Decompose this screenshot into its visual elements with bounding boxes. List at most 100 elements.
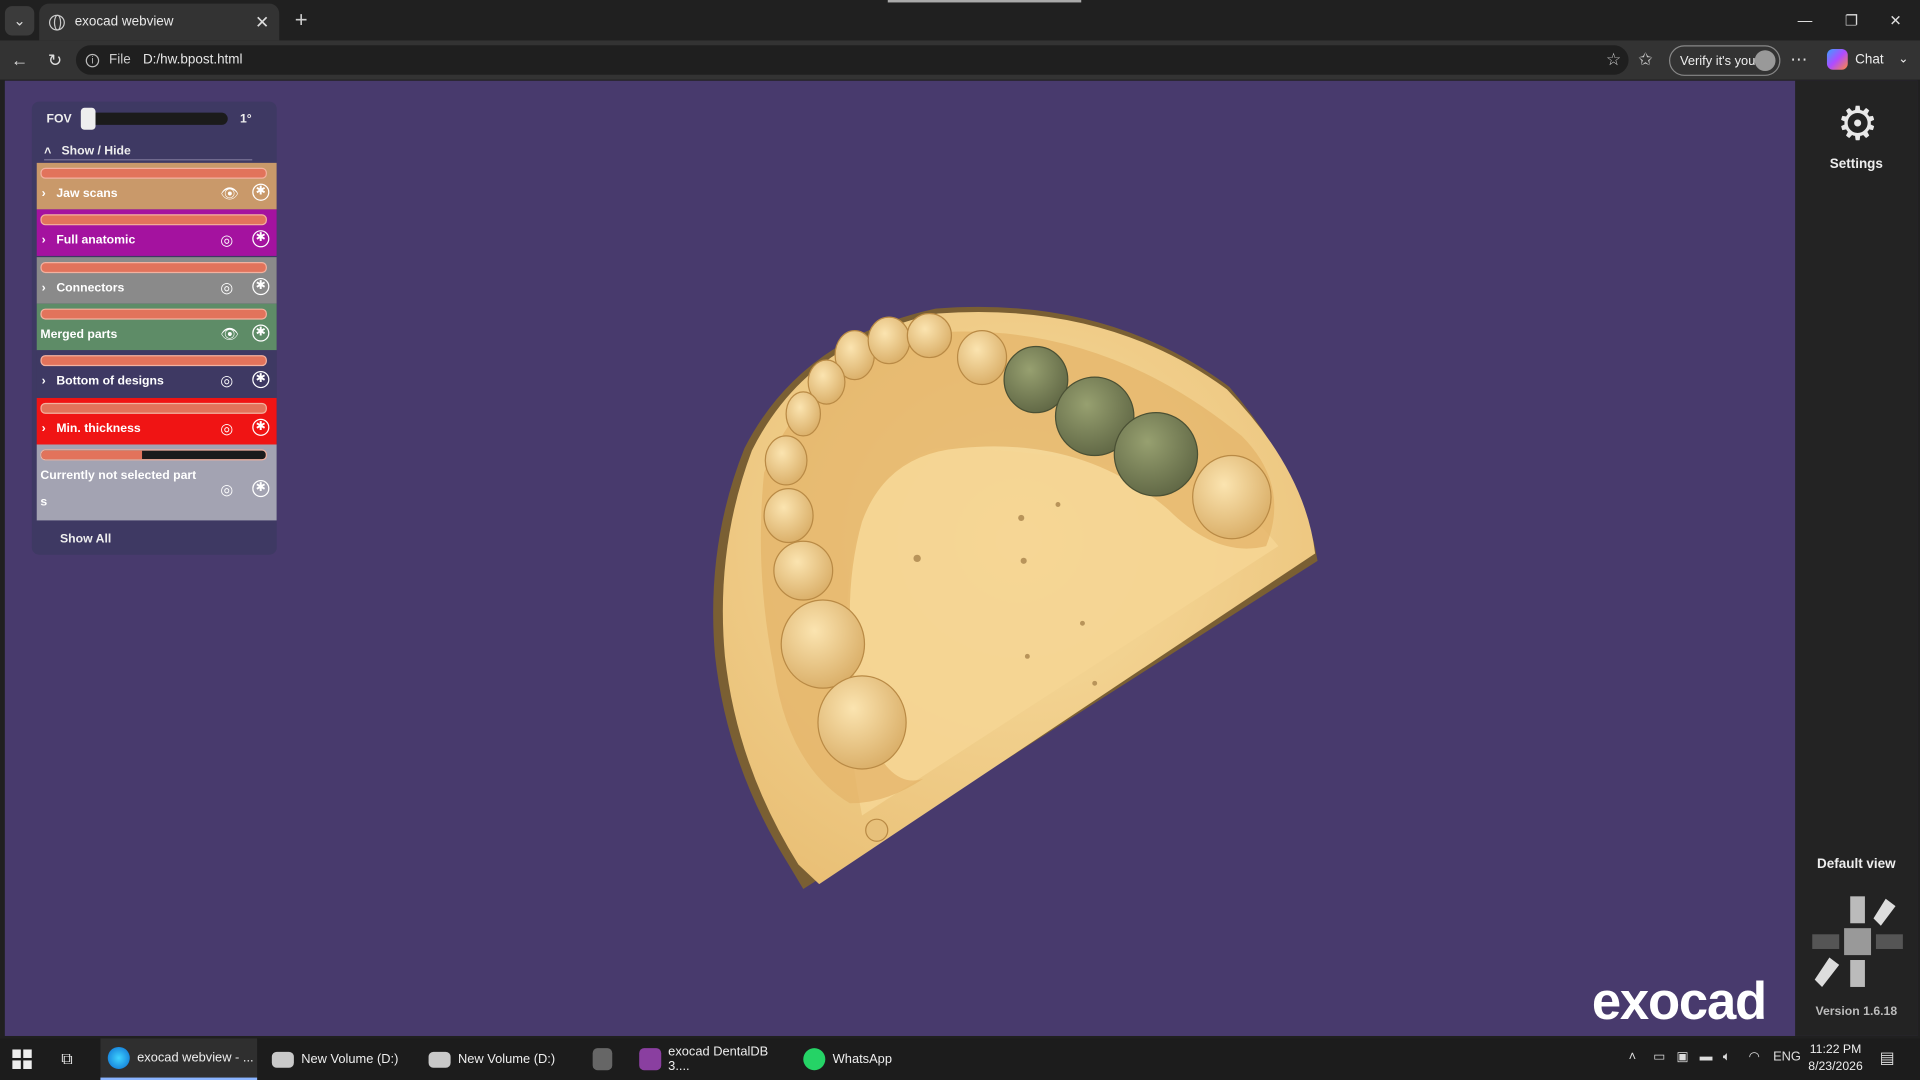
freeze-icon[interactable]: ✱: [252, 230, 270, 248]
freeze-icon[interactable]: ✱: [252, 183, 270, 201]
copilot-chat-button[interactable]: Chat ⌄: [1826, 48, 1909, 70]
favorite-star-icon[interactable]: ☆: [1606, 49, 1621, 70]
opacity-slider[interactable]: [40, 167, 267, 179]
chevron-right-icon[interactable]: ›: [42, 187, 46, 200]
eye-icon[interactable]: 👁︎: [220, 185, 239, 202]
opacity-slider[interactable]: [40, 308, 267, 320]
chevron-right-icon[interactable]: ›: [42, 234, 46, 247]
fov-value: 1°: [240, 112, 252, 127]
volume-icon[interactable]: 🔈︎: [1723, 1049, 1731, 1065]
taskbar-item-explorer-1[interactable]: New Volume (D:): [267, 1038, 416, 1080]
edge-icon: [107, 1046, 130, 1069]
battery-icon[interactable]: ▬: [1700, 1049, 1713, 1064]
exocad-app-icon: [639, 1048, 661, 1071]
show-hidden-icons[interactable]: ˄: [1629, 1049, 1637, 1064]
opacity-slider[interactable]: [40, 355, 267, 367]
layer-row[interactable]: Merged parts 👁︎ ✱: [36, 303, 277, 351]
layer-row[interactable]: › Jaw scans 👁︎ ✱: [36, 162, 277, 210]
start-button[interactable]: [12, 1038, 36, 1080]
minimize-button[interactable]: —: [1783, 0, 1827, 40]
chevron-right-icon[interactable]: ›: [42, 422, 46, 435]
browser-tab[interactable]: exocad webview ✕: [39, 3, 280, 41]
freeze-icon[interactable]: ✱: [252, 277, 270, 295]
reload-button[interactable]: ↻: [43, 48, 67, 72]
clock[interactable]: 11:22 PM 8/23/2026: [1800, 1042, 1871, 1076]
layer-row[interactable]: › Connectors ◎ ✱: [36, 256, 277, 304]
wifi-icon[interactable]: ◠: [1749, 1049, 1760, 1064]
window-drag-indicator: [887, 0, 1082, 3]
version-label: Version 1.6.18: [1815, 1005, 1898, 1019]
browser-titlebar: ⌄ exocad webview ✕ + — ❐ ✕: [0, 0, 1920, 41]
chevron-right-icon[interactable]: ›: [42, 375, 46, 388]
taskbar-item-whatsapp[interactable]: WhatsApp: [798, 1038, 945, 1080]
chevron-down-icon[interactable]: ⌄: [1898, 53, 1908, 66]
taskbar-item-clapper[interactable]: [592, 1038, 620, 1080]
fov-slider[interactable]: [83, 112, 228, 125]
copilot-icon: [1826, 48, 1848, 70]
taskbar-label: exocad webview - ...: [137, 1050, 254, 1066]
layer-row[interactable]: › Min. thickness ◎ ✱: [36, 397, 277, 444]
show-hide-label: Show / Hide: [61, 144, 131, 158]
address-text[interactable]: D:/hw.bpost.html: [143, 53, 243, 68]
more-menu-icon[interactable]: ⋯: [1790, 49, 1807, 70]
layer-row[interactable]: › Bottom of designs ◎ ✱: [36, 350, 277, 397]
opacity-slider-fill: [41, 450, 143, 459]
layer-label: Merged parts: [40, 328, 118, 342]
info-icon[interactable]: i: [85, 53, 100, 67]
taskbar-item-edge[interactable]: exocad webview - ...: [100, 1038, 258, 1080]
globe-icon: [48, 14, 65, 31]
avatar: [1754, 50, 1776, 72]
eye-off-icon[interactable]: ◎: [220, 481, 233, 498]
notifications-icon[interactable]: ▤: [1880, 1048, 1895, 1068]
security-icon[interactable]: ▣: [1676, 1049, 1688, 1064]
opacity-slider[interactable]: [40, 261, 267, 273]
back-button[interactable]: ←: [7, 48, 31, 72]
show-hide-toggle[interactable]: ˄ Show / Hide: [44, 144, 253, 161]
opacity-slider[interactable]: [40, 214, 267, 226]
eye-off-icon[interactable]: ◎: [220, 232, 233, 249]
default-view-label[interactable]: Default view: [1795, 857, 1917, 872]
freeze-icon[interactable]: ✱: [252, 324, 270, 342]
layer-row[interactable]: › Full anatomic ◎ ✱: [36, 209, 277, 257]
meet-icon[interactable]: ▭: [1653, 1049, 1665, 1064]
eye-off-icon[interactable]: ◎: [220, 419, 233, 436]
new-tab-button[interactable]: +: [289, 7, 313, 31]
view-cube-icon[interactable]: [1805, 889, 1910, 994]
opacity-slider[interactable]: [40, 402, 267, 414]
windows-taskbar: ⧉ exocad webview - ... New Volume (D:) N…: [0, 1038, 1920, 1080]
layer-label: Full anatomic: [56, 234, 136, 248]
whatsapp-icon: [803, 1048, 826, 1071]
eye-off-icon[interactable]: ◎: [220, 372, 233, 389]
verify-profile-button[interactable]: Verify it's you: [1668, 45, 1781, 76]
taskbar-label: WhatsApp: [832, 1051, 892, 1067]
fov-slider-thumb[interactable]: [80, 107, 96, 130]
fov-label: FOV: [46, 112, 72, 127]
opacity-slider[interactable]: [40, 449, 267, 461]
visibility-panel: FOV 1° ˄ Show / Hide › Jaw scans 👁︎ ✱ › Full …: [31, 101, 277, 555]
eye-off-icon[interactable]: ◎: [220, 279, 233, 296]
close-window-button[interactable]: ✕: [1873, 0, 1917, 40]
freeze-icon[interactable]: ✱: [252, 371, 270, 389]
gear-icon[interactable]: ⚙: [1837, 102, 1879, 149]
language-indicator[interactable]: ENG: [1773, 1049, 1801, 1064]
taskbar-item-explorer-2[interactable]: New Volume (D:): [424, 1038, 573, 1080]
freeze-icon[interactable]: ✱: [252, 479, 270, 497]
close-tab-icon[interactable]: ✕: [255, 12, 269, 33]
taskbar-label: New Volume (D:): [301, 1051, 399, 1067]
settings-label[interactable]: Settings: [1795, 157, 1917, 172]
show-all-button[interactable]: Show All: [60, 533, 111, 546]
webview-page: exocad FOV 1° ˄ Show / Hide › Jaw scans 👁︎…: [4, 80, 1918, 1036]
layer-label: Currently not selected part: [40, 468, 197, 483]
eye-icon[interactable]: 👁︎: [220, 326, 239, 343]
address-bar[interactable]: i File D:/hw.bpost.html ☆: [75, 45, 1629, 75]
chevron-right-icon[interactable]: ›: [42, 281, 46, 294]
freeze-icon[interactable]: ✱: [252, 418, 270, 436]
taskbar-label: exocad DentalDB 3....: [668, 1044, 769, 1074]
tab-list-button[interactable]: ⌄: [4, 6, 35, 36]
favorites-icon[interactable]: ✩: [1638, 49, 1652, 70]
clock-time: 11:22 PM: [1809, 1043, 1862, 1057]
layer-row[interactable]: Currently not selected part s ◎ ✱: [36, 444, 277, 521]
taskbar-item-exocad[interactable]: exocad DentalDB 3....: [634, 1038, 791, 1080]
task-view-icon[interactable]: ⧉: [61, 1038, 85, 1080]
restore-button[interactable]: ❐: [1829, 0, 1873, 40]
